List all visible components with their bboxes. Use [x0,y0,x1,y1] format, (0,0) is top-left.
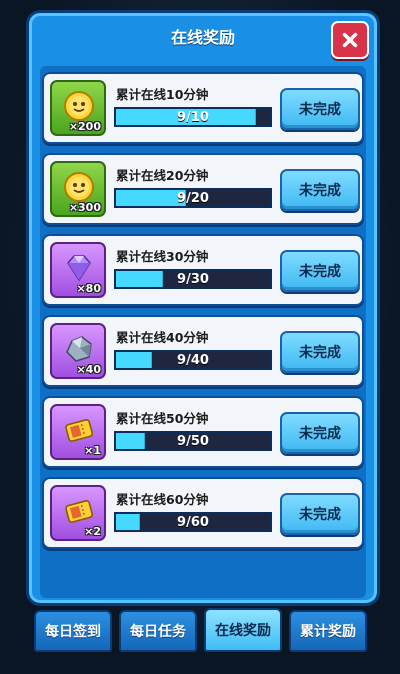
progress-bar: 9/50 [114,431,272,451]
close-button[interactable] [331,21,369,59]
tab-cumulative-rewards[interactable]: 累计奖励 [289,610,367,652]
tab-daily-checkin[interactable]: 每日签到 [34,610,112,652]
task-title: 累计在线40分钟 [116,330,209,345]
panel-header: 在线奖励 [32,16,374,56]
claim-button[interactable]: 未完成 [280,169,360,211]
progress-text: 9/60 [177,514,209,530]
progress-text: 9/50 [177,433,209,449]
task-title: 累计在线20分钟 [116,168,209,183]
claim-button[interactable]: 未完成 [280,412,360,454]
reward-item[interactable]: ×2 [50,485,106,541]
progress-bar: 9/20 [114,188,272,208]
reward-count: ×40 [76,363,101,376]
online-reward-panel: 在线奖励 ×200 累计在线10分钟 9/10 未完成 ×300 累计在线20分… [26,10,380,606]
task-title: 累计在线60分钟 [116,492,209,507]
reward-card: ×40 累计在线40分钟 9/40 未完成 [42,315,364,387]
progress-text: 9/20 [177,190,209,206]
task-title: 累计在线50分钟 [116,411,209,426]
progress-bar: 9/30 [114,269,272,289]
claim-button[interactable]: 未完成 [280,493,360,535]
tab-daily-tasks[interactable]: 每日任务 [119,610,197,652]
reward-count: ×1 [84,444,101,457]
reward-count: ×80 [76,282,101,295]
reward-list[interactable]: ×200 累计在线10分钟 9/10 未完成 ×300 累计在线20分钟 9/2… [40,66,366,598]
close-icon [342,32,358,48]
claim-button[interactable]: 未完成 [280,88,360,130]
reward-count: ×300 [68,201,101,214]
reward-item[interactable]: ×1 [50,404,106,460]
reward-item[interactable]: ×40 [50,323,106,379]
task-title: 累计在线10分钟 [116,87,209,102]
reward-count: ×200 [68,120,101,133]
reward-card: ×300 累计在线20分钟 9/20 未完成 [42,153,364,225]
reward-card: ×1 累计在线50分钟 9/50 未完成 [42,396,364,468]
progress-text: 9/10 [177,109,209,125]
reward-card: ×80 累计在线30分钟 9/30 未完成 [42,234,364,306]
tab-online-rewards[interactable]: 在线奖励 [204,608,282,652]
task-title: 累计在线30分钟 [116,249,209,264]
progress-text: 9/30 [177,271,209,287]
progress-text: 9/40 [177,352,209,368]
progress-bar: 9/60 [114,512,272,532]
progress-bar: 9/10 [114,107,272,127]
reward-item[interactable]: ×80 [50,242,106,298]
reward-card: ×2 累计在线60分钟 9/60 未完成 [42,477,364,549]
bottom-tab-bar: 每日签到 每日任务 在线奖励 累计奖励 [34,608,368,652]
reward-count: ×2 [84,525,101,538]
progress-bar: 9/40 [114,350,272,370]
reward-item[interactable]: ×300 [50,161,106,217]
claim-button[interactable]: 未完成 [280,331,360,373]
claim-button[interactable]: 未完成 [280,250,360,292]
reward-item[interactable]: ×200 [50,80,106,136]
reward-card: ×200 累计在线10分钟 9/10 未完成 [42,72,364,144]
panel-title: 在线奖励 [170,28,235,47]
